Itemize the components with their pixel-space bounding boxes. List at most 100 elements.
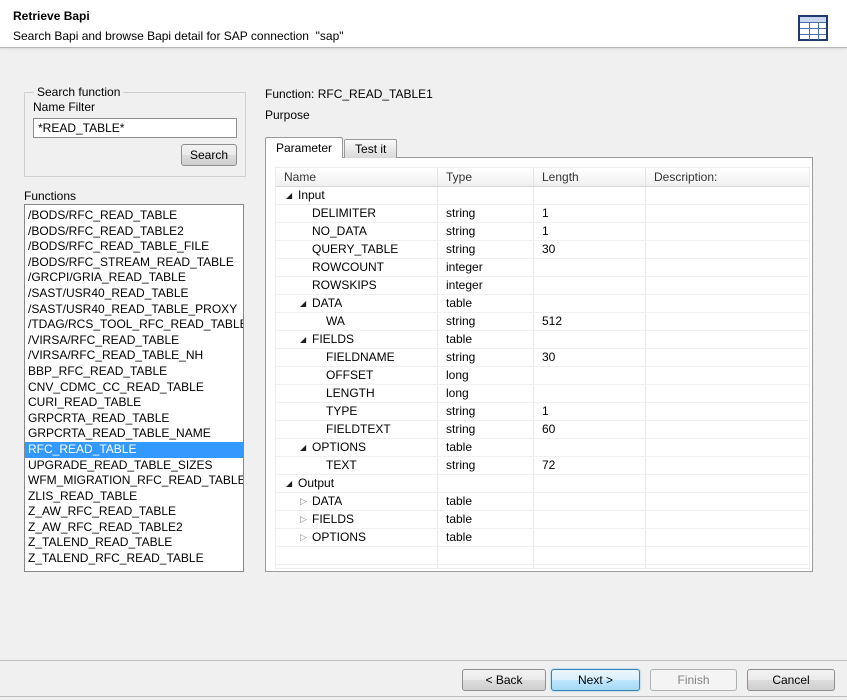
- back-button[interactable]: < Back: [462, 669, 546, 691]
- parameter-row[interactable]: LENGTHlong: [276, 385, 809, 403]
- column-header-name[interactable]: Name: [276, 168, 438, 186]
- param-type-cell: string: [438, 349, 534, 366]
- param-name-cell: NO_DATA: [276, 223, 438, 240]
- parameter-row[interactable]: ROWCOUNTinteger: [276, 259, 809, 277]
- parameter-row[interactable]: OFFSETlong: [276, 367, 809, 385]
- parameter-row[interactable]: ◢DATAtable: [276, 295, 809, 313]
- expanded-marker-icon[interactable]: ◢: [300, 439, 312, 456]
- tab-test-it[interactable]: Test it: [344, 139, 397, 158]
- parameter-row[interactable]: ROWSKIPSinteger: [276, 277, 809, 295]
- param-desc-cell: [646, 529, 809, 546]
- expanded-marker-icon[interactable]: ◢: [300, 331, 312, 348]
- function-list-item[interactable]: GRPCRTA_READ_TABLE: [25, 411, 243, 427]
- function-list-item[interactable]: CNV_CDMC_CC_READ_TABLE: [25, 380, 243, 396]
- collapsed-marker-icon[interactable]: ▷: [300, 511, 312, 528]
- parameter-row[interactable]: ▷DATAtable: [276, 493, 809, 511]
- parameter-row[interactable]: WAstring512: [276, 313, 809, 331]
- expanded-marker-icon[interactable]: ◢: [286, 187, 298, 204]
- parameter-row[interactable]: ◢Output: [276, 475, 809, 493]
- function-list-item[interactable]: CURI_READ_TABLE: [25, 395, 243, 411]
- parameter-row[interactable]: ▷OPTIONS table: [276, 529, 809, 547]
- column-header-length[interactable]: Length: [534, 168, 646, 186]
- param-desc-cell: [646, 241, 809, 258]
- parameter-row[interactable]: ◢OPTIONStable: [276, 439, 809, 457]
- parameter-row[interactable]: ▷FIELDStable: [276, 511, 809, 529]
- function-list-item[interactable]: RFC_READ_TABLE: [25, 442, 243, 458]
- collapsed-marker-icon[interactable]: ▷: [300, 493, 312, 510]
- collapsed-marker-icon[interactable]: ▷: [300, 529, 312, 546]
- parameter-row[interactable]: ◢Input: [276, 187, 809, 205]
- function-list-item[interactable]: /TDAG/RCS_TOOL_RFC_READ_TABLE: [25, 317, 243, 333]
- param-desc-cell: [646, 565, 809, 568]
- param-type-cell: table: [438, 439, 534, 456]
- param-desc-cell: [646, 295, 809, 312]
- parameter-row[interactable]: ◢FIELDStable: [276, 331, 809, 349]
- expanded-marker-icon[interactable]: ◢: [286, 475, 298, 492]
- param-length-cell: [534, 295, 646, 312]
- column-header-description[interactable]: Description:: [646, 168, 809, 186]
- parameter-row[interactable]: DELIMITERstring1: [276, 205, 809, 223]
- param-length-cell: [534, 475, 646, 492]
- next-button[interactable]: Next >: [551, 669, 640, 691]
- parameter-row-empty: [276, 565, 809, 568]
- function-list-item[interactable]: /BODS/RFC_READ_TABLE_FILE: [25, 239, 243, 255]
- function-list-item[interactable]: Z_AW_RFC_READ_TABLE2: [25, 520, 243, 536]
- search-button[interactable]: Search: [181, 144, 237, 166]
- function-list-item[interactable]: BBP_RFC_READ_TABLE: [25, 364, 243, 380]
- function-list-item[interactable]: UPGRADE_READ_TABLE_SIZES: [25, 458, 243, 474]
- expanded-marker-icon[interactable]: ◢: [300, 295, 312, 312]
- finish-button[interactable]: Finish: [650, 669, 737, 691]
- function-list-item[interactable]: /BODS/RFC_READ_TABLE: [25, 208, 243, 224]
- param-length-cell: [534, 367, 646, 384]
- param-name: Output: [298, 476, 334, 490]
- parameter-table: Name Type Length Description: ◢InputDELI…: [275, 167, 810, 569]
- function-list-item[interactable]: Z_TALEND_READ_TABLE: [25, 535, 243, 551]
- param-name-cell: ◢Output: [276, 475, 438, 492]
- function-list-item[interactable]: GRPCRTA_READ_TABLE_NAME: [25, 426, 243, 442]
- function-list-item[interactable]: /SAST/USR40_READ_TABLE: [25, 286, 243, 302]
- param-name-cell: FIELDNAME: [276, 349, 438, 366]
- param-type-cell: integer: [438, 277, 534, 294]
- cancel-button[interactable]: Cancel: [747, 669, 835, 691]
- parameter-row[interactable]: FIELDTEXTstring60: [276, 421, 809, 439]
- param-desc-cell: [646, 223, 809, 240]
- param-type-cell: table: [438, 511, 534, 528]
- param-desc-cell: [646, 277, 809, 294]
- name-filter-input[interactable]: [33, 118, 237, 138]
- param-type-cell: long: [438, 385, 534, 402]
- param-length-cell: 30: [534, 241, 646, 258]
- param-name: TEXT: [326, 458, 357, 472]
- function-list-item[interactable]: /BODS/RFC_STREAM_READ_TABLE: [25, 255, 243, 271]
- param-name-cell: ◢OPTIONS: [276, 439, 438, 456]
- param-name: DATA: [312, 494, 342, 508]
- param-desc-cell: [646, 367, 809, 384]
- function-list-item[interactable]: Z_AW_RFC_READ_TABLE: [25, 504, 243, 520]
- param-name-cell: ◢DATA: [276, 295, 438, 312]
- parameter-row[interactable]: TYPEstring1: [276, 403, 809, 421]
- column-header-type[interactable]: Type: [438, 168, 534, 186]
- function-list-item[interactable]: /VIRSA/RFC_READ_TABLE_NH: [25, 348, 243, 364]
- function-list-item[interactable]: /GRCPI/GRIA_READ_TABLE: [25, 270, 243, 286]
- tab-parameter[interactable]: Parameter: [265, 137, 343, 158]
- param-name: DELIMITER: [312, 206, 376, 220]
- param-name-cell: DELIMITER: [276, 205, 438, 222]
- parameter-row[interactable]: NO_DATAstring1: [276, 223, 809, 241]
- param-length-cell: 1: [534, 223, 646, 240]
- function-list-item[interactable]: /BODS/RFC_READ_TABLE2: [25, 224, 243, 240]
- function-list-item[interactable]: ZLIS_READ_TABLE: [25, 489, 243, 505]
- function-list-item[interactable]: WFM_MIGRATION_RFC_READ_TABLE: [25, 473, 243, 489]
- param-desc-cell: [646, 259, 809, 276]
- param-name: ROWCOUNT: [312, 260, 384, 274]
- function-list-item[interactable]: /SAST/USR40_READ_TABLE_PROXY: [25, 302, 243, 318]
- param-type-cell: table: [438, 529, 534, 546]
- param-length-cell: [534, 529, 646, 546]
- param-name: FIELDS: [312, 332, 354, 346]
- param-length-cell: [534, 439, 646, 456]
- param-name: OPTIONS: [312, 530, 366, 544]
- wizard-footer: < Back Next > Finish Cancel: [0, 660, 847, 700]
- function-list-item[interactable]: Z_TALEND_RFC_READ_TABLE: [25, 551, 243, 567]
- function-list-item[interactable]: /VIRSA/RFC_READ_TABLE: [25, 333, 243, 349]
- parameter-row[interactable]: QUERY_TABLEstring30: [276, 241, 809, 259]
- parameter-row[interactable]: TEXTstring72: [276, 457, 809, 475]
- parameter-row[interactable]: FIELDNAMEstring30: [276, 349, 809, 367]
